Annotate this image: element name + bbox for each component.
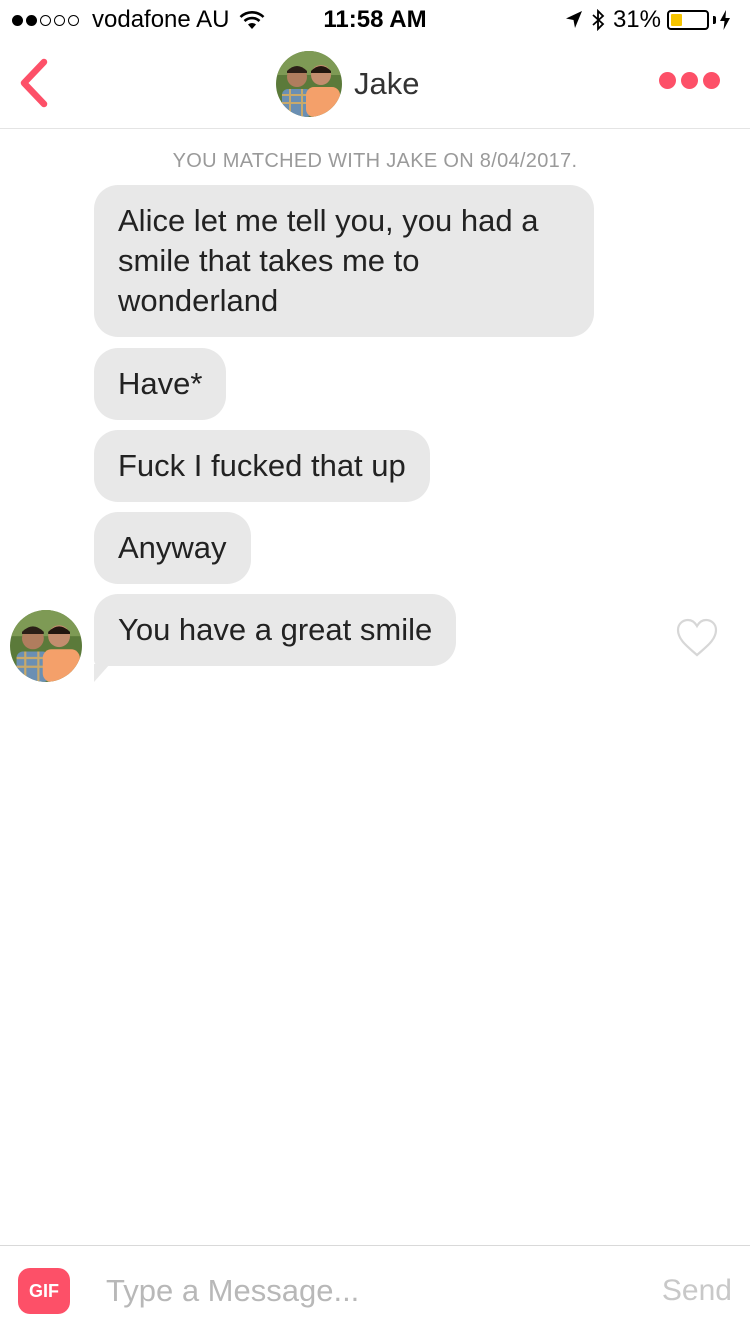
location-arrow-icon bbox=[565, 11, 582, 28]
match-name[interactable]: Jake bbox=[354, 66, 419, 102]
heart-outline-icon[interactable] bbox=[676, 618, 718, 658]
battery-tip bbox=[713, 16, 716, 24]
charging-bolt-icon bbox=[720, 10, 730, 30]
message-bubble[interactable]: Have* bbox=[94, 348, 227, 420]
bubble-tail bbox=[94, 664, 110, 682]
message-bubble[interactable]: You have a great smile bbox=[94, 594, 457, 666]
more-options-button[interactable] bbox=[654, 72, 720, 89]
status-right: 31% bbox=[565, 6, 738, 34]
more-dots-icon bbox=[703, 72, 720, 89]
match-date-note: YOU MATCHED WITH JAKE ON 8/04/2017. bbox=[172, 150, 578, 172]
battery-percent: 31% bbox=[612, 6, 661, 33]
avatar-photo bbox=[10, 610, 82, 682]
bluetooth-icon bbox=[592, 9, 605, 31]
message-bubble[interactable]: Anyway bbox=[94, 512, 251, 584]
back-button[interactable] bbox=[16, 58, 56, 108]
message-composer: GIF Send bbox=[0, 1245, 750, 1334]
battery-level bbox=[671, 14, 682, 26]
chat-screen: vodafone AU 11:58 AM 31% Jake YOU MATCHE… bbox=[0, 0, 750, 1334]
chevron-left-icon bbox=[20, 58, 48, 108]
profile-header-link[interactable]: Jake bbox=[276, 51, 419, 117]
send-button[interactable]: Send bbox=[662, 1274, 732, 1308]
avatar[interactable] bbox=[276, 51, 342, 117]
message-bubble[interactable]: Alice let me tell you, you had a smile t… bbox=[94, 185, 594, 337]
message-input[interactable] bbox=[106, 1266, 626, 1316]
gif-button[interactable]: GIF bbox=[18, 1268, 70, 1314]
chat-header: Jake bbox=[0, 40, 750, 129]
sender-avatar[interactable] bbox=[10, 610, 82, 682]
battery-icon bbox=[667, 10, 709, 30]
avatar-photo bbox=[276, 51, 342, 117]
message-bubble[interactable]: Fuck I fucked that up bbox=[94, 430, 430, 502]
more-dots-icon bbox=[681, 72, 698, 89]
more-dots-icon bbox=[659, 72, 676, 89]
status-bar: vodafone AU 11:58 AM 31% bbox=[0, 0, 750, 40]
